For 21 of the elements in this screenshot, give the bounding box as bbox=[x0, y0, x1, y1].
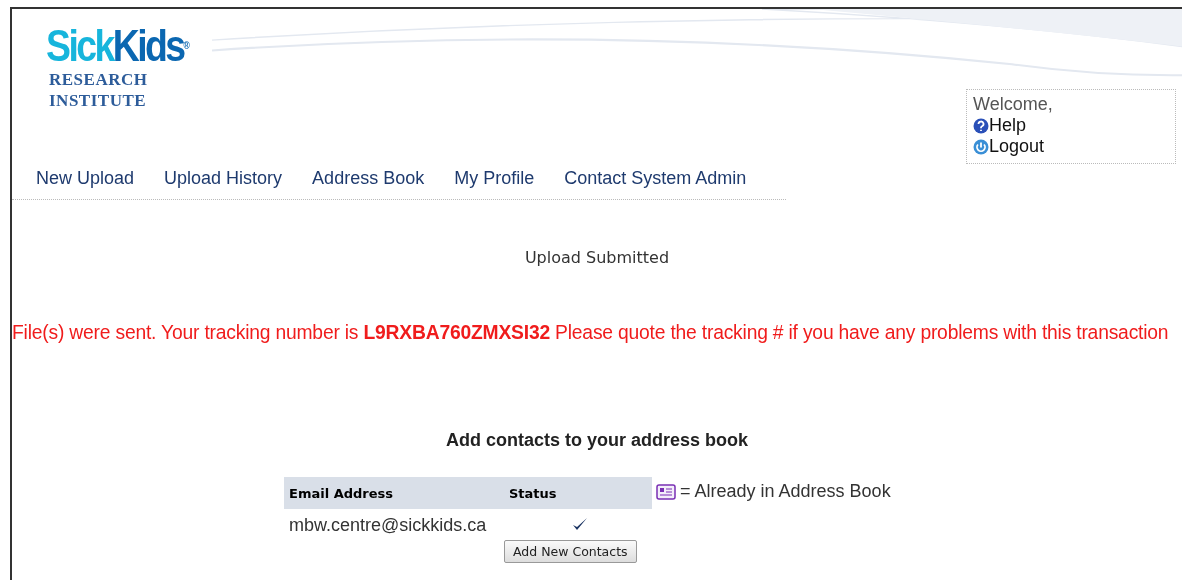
status-message: File(s) were sent. Your tracking number is L9RXBA760ZMXSI32 Please quote the tracking # if you have any problems with this transaction bbox=[12, 322, 1170, 344]
column-header: Email Address bbox=[284, 477, 504, 509]
legend-text: = Already in Address Book bbox=[680, 481, 891, 502]
nav-link[interactable]: Address Book bbox=[312, 168, 425, 189]
help-link[interactable]: Help bbox=[973, 115, 1169, 136]
nav-link[interactable]: Upload History bbox=[164, 168, 283, 189]
nav-link[interactable]: New Upload bbox=[36, 168, 135, 189]
column-header: Status bbox=[504, 477, 652, 509]
logout-link[interactable]: Logout bbox=[973, 136, 1169, 157]
logo-subtitle: RESEARCH INSTITUTE bbox=[49, 69, 149, 111]
address-card-icon bbox=[656, 482, 676, 501]
nav-link[interactable]: My Profile bbox=[454, 168, 535, 189]
logo: SickKids$^{®}$ bbox=[46, 23, 190, 69]
add-contacts-button[interactable]: Add New Contacts bbox=[504, 540, 637, 563]
email-cell-text: mbw.centre@sickkids.ca bbox=[288, 514, 488, 537]
power-icon bbox=[973, 138, 989, 155]
welcome-text: Welcome, bbox=[973, 94, 1054, 115]
help-icon bbox=[973, 117, 989, 134]
section-title: Add contacts to your address book bbox=[444, 430, 749, 451]
page-title: Upload Submitted bbox=[523, 248, 671, 267]
nav-link[interactable]: Contact System Admin bbox=[564, 168, 747, 189]
